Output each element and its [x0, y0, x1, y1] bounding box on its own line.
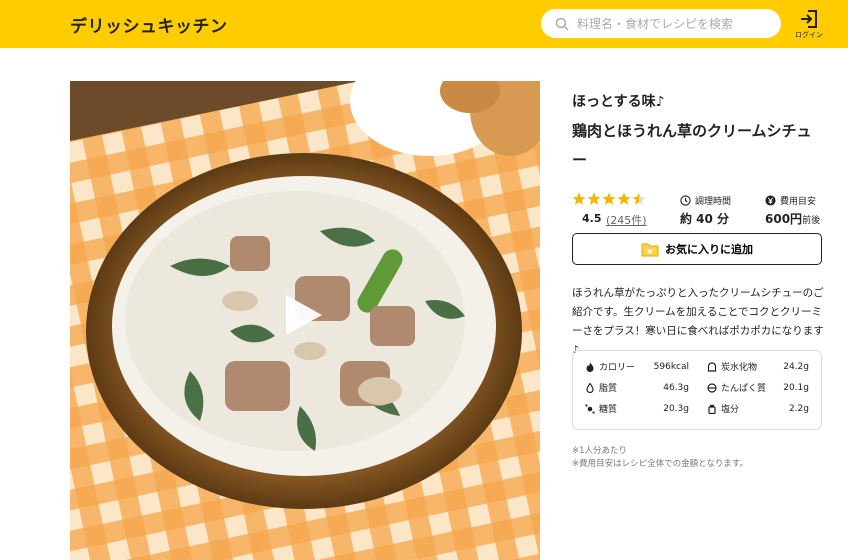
- add-favorite-button[interactable]: お気に入りに追加: [572, 233, 822, 265]
- site-logo[interactable]: デリッシュキッチン: [70, 12, 228, 37]
- search-box[interactable]: [541, 9, 781, 38]
- nutrition-value: 20.1g: [783, 383, 809, 393]
- cook-time-label: 調理時間: [695, 197, 732, 207]
- recipe-notes: ※1人分あたり ※費用目安はレシピ全体での金額となります。: [572, 445, 748, 471]
- cost: 費用目安 600円前後: [765, 194, 820, 227]
- salt-icon: [708, 404, 716, 414]
- nutrition-table: カロリー 596kcal 炭水化物 24.2g 脂質 46.3g たんぱく質 2…: [572, 350, 822, 430]
- nutrition-label: 脂質: [599, 384, 618, 394]
- star-half-icon: [632, 192, 646, 205]
- site-header: デリッシュキッチン ログイン: [0, 0, 848, 48]
- star-icon: [617, 192, 631, 205]
- nutrition-label: たんぱく質: [721, 384, 767, 394]
- login-icon: [801, 10, 817, 28]
- add-favorite-label: お気に入りに追加: [665, 244, 753, 256]
- recipe-meta: 4.5 (245件) 調理時間 約 40 分 費用目安 600円前後: [572, 191, 824, 231]
- play-icon[interactable]: [284, 293, 324, 337]
- login-label: ログイン: [795, 31, 823, 39]
- cost-label: 費用目安: [780, 197, 817, 207]
- cook-time: 調理時間 約 40 分: [680, 194, 731, 227]
- nutrition-label: 炭水化物: [721, 363, 758, 373]
- nutrition-value: 24.2g: [783, 362, 809, 372]
- recipe-catch-copy: ほっとする味♪: [572, 94, 665, 110]
- folder-star-icon: [641, 243, 659, 256]
- fire-icon: [586, 362, 594, 372]
- search-icon: [555, 17, 569, 31]
- bread-icon: [707, 361, 717, 372]
- login-button[interactable]: ログイン: [794, 9, 824, 40]
- drop-icon: [586, 382, 594, 393]
- nutrition-label: カロリー: [599, 363, 636, 373]
- nutrition-row: 糖質 20.3g 塩分 2.2g: [573, 402, 823, 422]
- star-icon: [602, 192, 616, 205]
- star-icon: [572, 192, 586, 205]
- nutrition-value: 2.2g: [788, 404, 809, 414]
- protein-icon: [707, 382, 717, 393]
- recipe-video[interactable]: [70, 81, 540, 560]
- rating-stars: [572, 192, 646, 206]
- note-line: ※1人分あたり: [572, 446, 628, 456]
- yen-coin-icon: [765, 195, 776, 206]
- nutrition-label: 糖質: [599, 405, 618, 415]
- search-input[interactable]: [577, 16, 777, 31]
- nutrition-row: 脂質 46.3g たんぱく質 20.1g: [573, 381, 823, 401]
- cost-suffix: 前後: [802, 216, 821, 226]
- rating-count-link[interactable]: (245件): [606, 212, 647, 228]
- cook-time-value: 約 40 分: [680, 212, 730, 226]
- nutrition-row: カロリー 596kcal 炭水化物 24.2g: [573, 360, 823, 380]
- nutrition-value: 596kcal: [653, 362, 689, 372]
- note-line: ※費用目安はレシピ全体での金額となります。: [572, 459, 749, 469]
- cost-value: 600円: [765, 212, 803, 226]
- recipe-title: 鶏肉とほうれん草のクリームシチュー: [572, 122, 812, 169]
- nutrition-label: 塩分: [721, 405, 740, 415]
- candy-icon: [585, 403, 595, 414]
- clock-icon: [680, 195, 691, 206]
- nutrition-value: 46.3g: [663, 383, 689, 393]
- nutrition-value: 20.3g: [663, 404, 689, 414]
- recipe-description: ほうれん草がたっぷりと入ったクリームシチューのご紹介です。生クリームを加えること…: [572, 287, 824, 356]
- rating-value: 4.5: [582, 212, 602, 225]
- star-icon: [587, 192, 601, 205]
